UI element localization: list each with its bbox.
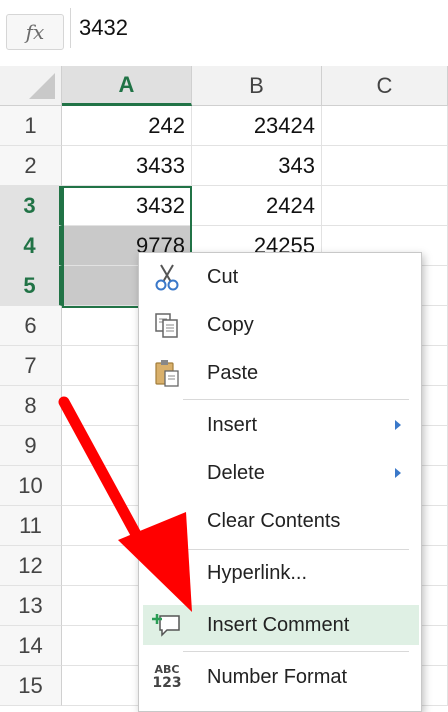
cell-a3[interactable]: 3432 — [62, 186, 192, 226]
menu-item-clear-contents[interactable]: Clear Contents — [139, 501, 419, 541]
row-header-1[interactable]: 1 — [0, 106, 62, 146]
select-all-corner[interactable] — [0, 66, 62, 106]
number-format-icon-123: 123 — [152, 674, 182, 691]
menu-item-label: Insert Comment — [207, 613, 350, 636]
menu-item-delete[interactable]: Delete — [139, 453, 419, 493]
row-header-6[interactable]: 6 — [0, 306, 62, 346]
scissors-icon — [147, 259, 187, 295]
number-format-icon-abc: ABC — [154, 662, 180, 676]
corner-triangle-icon — [29, 73, 55, 99]
menu-item-number-format[interactable]: ABC 123 Number Format — [139, 657, 419, 697]
menu-item-label: Hyperlink... — [207, 561, 308, 584]
menu-item-hyperlink[interactable]: Hyperlink... — [139, 553, 419, 593]
row-header-13[interactable]: 13 — [0, 586, 62, 626]
submenu-arrow-icon — [395, 468, 401, 478]
cell-b1[interactable]: 23424 — [192, 106, 322, 146]
menu-separator — [183, 651, 409, 652]
menu-item-label: Copy — [207, 313, 254, 336]
row-header-3[interactable]: 3 — [0, 186, 62, 226]
menu-item-insert-comment[interactable]: Insert Comment — [143, 605, 419, 645]
row-header-15[interactable]: 15 — [0, 666, 62, 706]
row-header-8[interactable]: 8 — [0, 386, 62, 426]
row-header-11[interactable]: 11 — [0, 506, 62, 546]
menu-item-label: Clear Contents — [207, 509, 341, 532]
column-header-c[interactable]: C — [322, 66, 448, 106]
menu-item-insert[interactable]: Insert — [139, 405, 419, 445]
menu-item-cut[interactable]: Cut — [139, 257, 419, 297]
paste-icon — [147, 355, 187, 391]
menu-item-label: Cut — [207, 265, 239, 288]
menu-item-paste[interactable]: Paste — [139, 353, 419, 393]
fx-label: fx — [25, 20, 45, 44]
formula-bar: fx 3432 — [0, 0, 448, 66]
menu-item-label: Delete — [207, 461, 265, 484]
menu-item-label: Insert — [207, 413, 258, 436]
cell-c2[interactable] — [322, 146, 448, 186]
row-header-10[interactable]: 10 — [0, 466, 62, 506]
cell-b2[interactable]: 343 — [192, 146, 322, 186]
menu-item-copy[interactable]: Copy — [139, 305, 419, 345]
row-header-9[interactable]: 9 — [0, 426, 62, 466]
row-header-12[interactable]: 12 — [0, 546, 62, 586]
menu-separator — [183, 399, 409, 400]
context-menu: Cut Copy Paste Insert Delete Clear Conte… — [138, 252, 422, 712]
row-header-7[interactable]: 7 — [0, 346, 62, 386]
formula-input[interactable]: 3432 — [70, 8, 448, 48]
menu-item-label: Paste — [207, 361, 259, 384]
insert-comment-icon — [147, 607, 187, 643]
fx-icon[interactable]: fx — [6, 14, 64, 50]
hyperlink-icon — [147, 555, 187, 591]
cell-c1[interactable] — [322, 106, 448, 146]
column-header-a[interactable]: A — [62, 66, 192, 106]
menu-item-label: Number Format — [207, 665, 348, 688]
row-header-14[interactable]: 14 — [0, 626, 62, 666]
row-header-5[interactable]: 5 — [0, 266, 62, 306]
menu-separator — [183, 549, 409, 550]
row-header-2[interactable]: 2 — [0, 146, 62, 186]
cell-b3[interactable]: 2424 — [192, 186, 322, 226]
copy-icon — [147, 307, 187, 343]
submenu-arrow-icon — [395, 420, 401, 430]
column-header-b[interactable]: B — [192, 66, 322, 106]
cell-a1[interactable]: 242 — [62, 106, 192, 146]
cell-a2[interactable]: 3433 — [62, 146, 192, 186]
number-format-icon: ABC 123 — [147, 659, 187, 695]
row-header-4[interactable]: 4 — [0, 226, 62, 266]
cell-c3[interactable] — [322, 186, 448, 226]
